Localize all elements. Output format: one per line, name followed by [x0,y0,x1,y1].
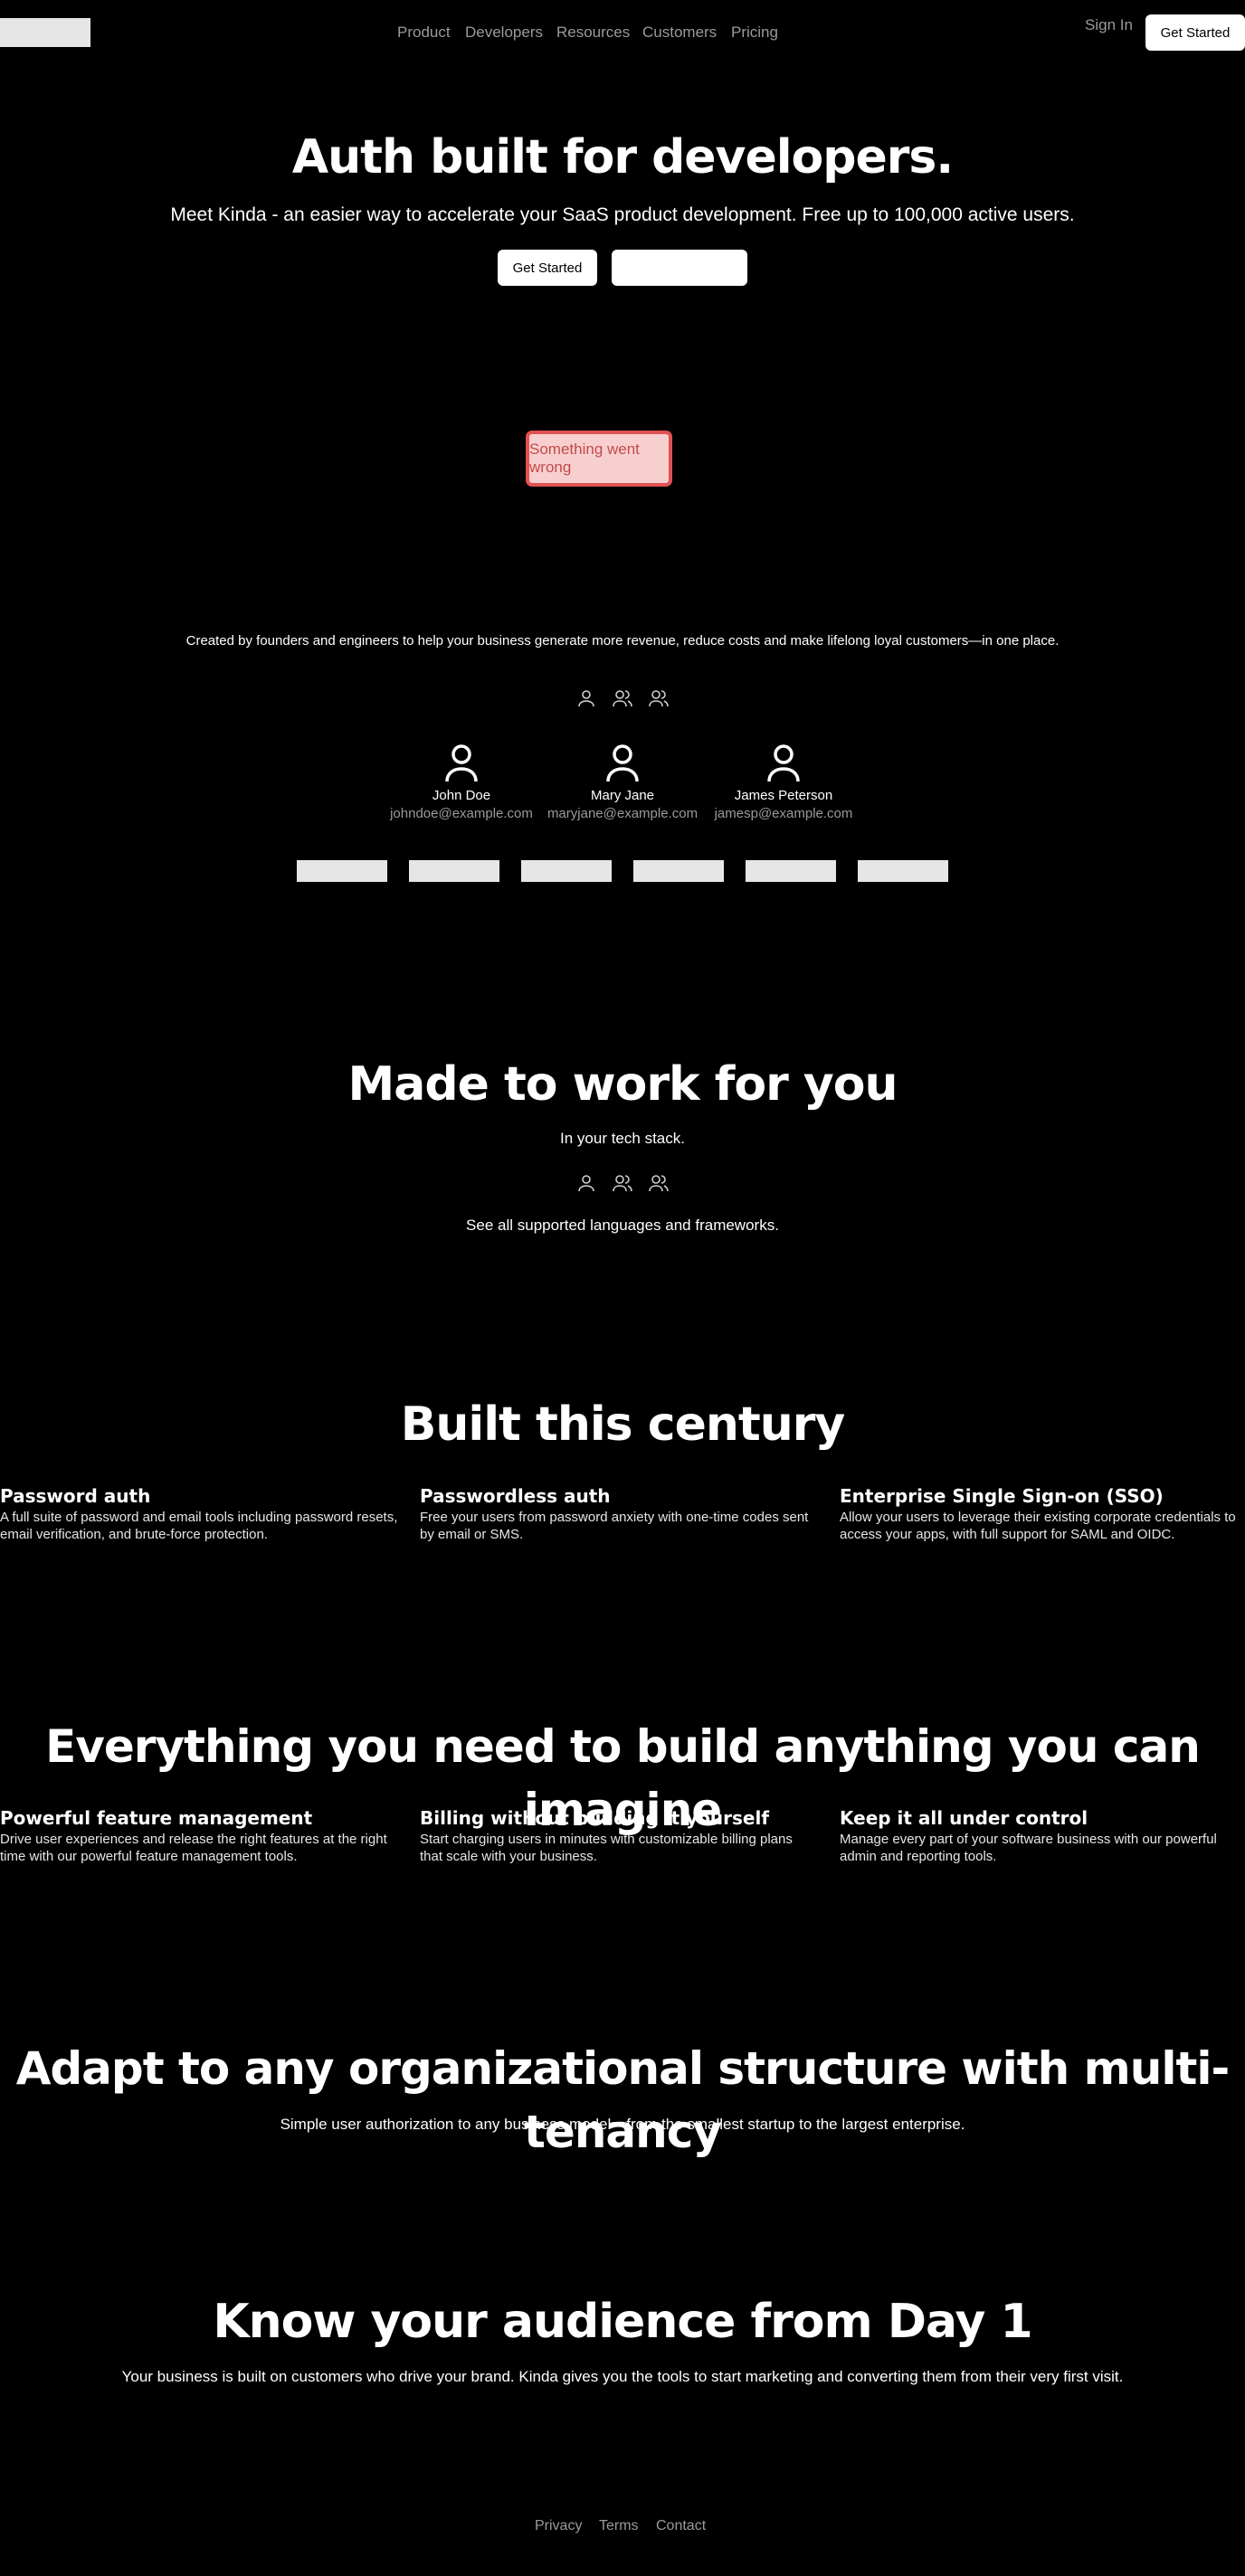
feature-card: Enterprise Single Sign-on (SSO) Allow yo… [840,1485,1238,1543]
feature-desc: Drive user experiences and release the r… [0,1832,387,1864]
users-icon [613,690,632,707]
user-avatar-icon [445,744,478,782]
customer-logo [633,860,724,882]
hero-subtitle: Meet Kinda - an easier way to accelerate… [170,204,1075,225]
audience-subtitle: Your business is built on customers who … [121,2368,1124,2385]
user-name: Mary Jane [590,788,655,803]
customer-logo [521,860,612,882]
feature-card: Powerful feature management Drive user e… [0,1807,398,1865]
feature-desc: Manage every part of your software busin… [840,1832,1217,1864]
customer-logo [746,860,836,882]
feature-title: Enterprise Single Sign-on (SSO) [840,1485,1164,1507]
user-name: John Doe [432,788,491,803]
founders-text: Created by founders and engineers to hel… [185,633,1060,649]
footer-link-privacy[interactable]: Privacy [535,2518,582,2534]
feature-title: Keep it all under control [840,1807,1088,1829]
audience-title: Know your audience from Day 1 [213,2295,1032,2349]
user-card: John Doe johndoe@example.com [385,743,538,823]
feature-desc: Start charging users in minutes with cus… [420,1832,793,1864]
hero-title: Auth built for developers. [291,130,954,185]
user-email: jamesp@example.com [714,806,853,821]
languages-link[interactable]: See all supported languages and framewor… [0,1216,1245,1236]
user-avatar-icon [606,744,639,782]
multitenancy-title: Adapt to any organizational structure wi… [15,2042,1231,2158]
nav-link-customers[interactable]: Customers [642,24,717,42]
hero-get-started-button[interactable]: Get Started [498,250,597,286]
feature-desc: Allow your users to leverage their exist… [840,1510,1236,1542]
hero-secondary-button[interactable] [612,250,747,286]
error-message: Something went wrong [529,440,640,476]
user-email: johndoe@example.com [390,806,533,821]
user-icon [578,1175,594,1192]
nav-link-pricing[interactable]: Pricing [731,24,778,42]
users-icon [649,1175,669,1192]
made-to-work-title: Made to work for you [347,1057,898,1112]
error-box: Something went wrong [526,431,672,487]
footer-link-terms[interactable]: Terms [599,2518,639,2534]
feature-title: Password auth [0,1485,151,1507]
user-email: maryjane@example.com [546,806,699,821]
users-icon [649,690,669,707]
built-century-title: Built this century [400,1397,846,1452]
made-to-work-subtitle: In your tech stack. [560,1130,685,1147]
user-card: Mary Jane maryjane@example.com [546,743,699,823]
customer-logo [409,860,499,882]
nav-link-resources[interactable]: Resources [556,24,630,42]
user-icon [578,690,594,707]
feature-title: Passwordless auth [420,1485,611,1507]
feature-card: Keep it all under control Manage every p… [840,1807,1238,1865]
multitenancy-subtitle: Simple user authorization to any busines… [280,2116,965,2133]
customer-logo [858,860,948,882]
stack-icon-row [0,1172,1245,1194]
user-avatar-icon [767,744,800,782]
footer-link-contact[interactable]: Contact [656,2518,706,2534]
customer-logo [297,860,387,882]
founders-icon-row [0,687,1245,709]
feature-card: Password auth A full suite of password a… [0,1485,398,1543]
feature-card: Passwordless auth Free your users from p… [420,1485,818,1543]
users-icon [613,1175,632,1192]
feature-desc: Free your users from password anxiety wi… [420,1510,809,1542]
nav-link-developers[interactable]: Developers [465,24,543,42]
feature-desc: A full suite of password and email tools… [0,1510,398,1542]
feature-card: Billing without building it yourself Sta… [420,1807,818,1865]
logo[interactable] [0,18,90,47]
user-name: James Peterson [734,788,833,803]
user-card: James Peterson jamesp@example.com [707,743,860,823]
feature-title: Billing without building it yourself [420,1807,770,1829]
feature-title: Powerful feature management [0,1807,313,1829]
sign-in-link[interactable]: Sign In [1085,16,1133,34]
nav-link-product[interactable]: Product [397,24,451,42]
nav-get-started-button[interactable]: Get Started [1145,14,1245,51]
